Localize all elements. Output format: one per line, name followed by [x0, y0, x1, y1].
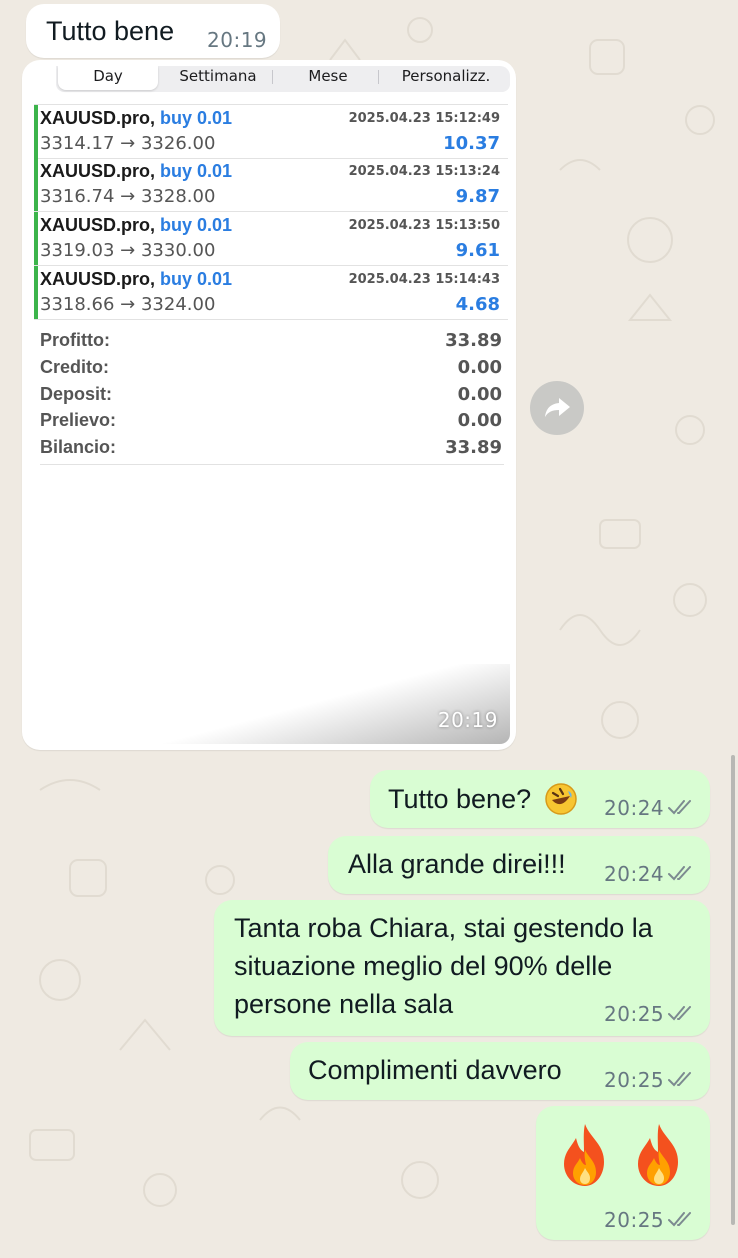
message-text-line: persone nella sala: [234, 989, 454, 1019]
summary-label: Deposit:: [40, 384, 112, 404]
outgoing-message-bubble[interactable]: Tutto bene? 20:24: [370, 770, 710, 828]
tab-settimana[interactable]: Settimana: [168, 66, 268, 90]
summary-row: Credito: 0.00: [40, 357, 502, 383]
trading-screenshot[interactable]: Day Settimana Mese Personalizz. XAUUSD.p…: [28, 66, 510, 744]
trade-datetime: 2025.04.23 15:14:43: [348, 272, 500, 287]
message-text: Tutto bene: [46, 16, 175, 46]
summary-value: 0.00: [457, 410, 502, 431]
fire-icon: [564, 1124, 604, 1186]
trade-prices: 3316.74 → 3328.00: [40, 186, 216, 207]
summary-value: 0.00: [457, 357, 502, 378]
message-time: 20:25: [604, 1068, 665, 1092]
image-time-shade: [28, 664, 510, 744]
message-text-line: situazione meglio del 90% delle: [234, 951, 613, 981]
tab-personalizz[interactable]: Personalizz.: [386, 66, 506, 90]
outgoing-message-bubble[interactable]: Alla grande direi!!! 20:24: [328, 836, 710, 894]
tab-mese[interactable]: Mese: [278, 66, 378, 90]
trade-status-bar: [34, 212, 38, 265]
trade-row[interactable]: XAUUSD.pro, buy 0.01 3318.66 → 3324.00 2…: [34, 266, 508, 320]
fire-icon: [638, 1124, 678, 1186]
summary-value: 33.89: [445, 330, 502, 351]
trade-prices: 3318.66 → 3324.00: [40, 294, 216, 315]
double-check-icon: [668, 1072, 691, 1087]
message-time: 20:25: [604, 1002, 665, 1026]
trade-profit: 10.37: [443, 133, 500, 154]
trade-symbol: XAUUSD.pro, buy 0.01: [40, 215, 233, 235]
incoming-message-bubble[interactable]: Tutto bene 20:19: [26, 4, 280, 58]
trade-symbol: XAUUSD.pro, buy 0.01: [40, 269, 233, 289]
message-text: Complimenti davvero: [308, 1055, 562, 1085]
image-time: 20:19: [437, 708, 498, 732]
forward-button[interactable]: [530, 381, 584, 435]
trade-datetime: 2025.04.23 15:12:49: [348, 111, 500, 126]
trade-row[interactable]: XAUUSD.pro, buy 0.01 3314.17 → 3326.00 2…: [34, 104, 508, 159]
trade-side: buy 0.01: [160, 269, 233, 289]
message-text: Tutto bene?: [388, 784, 532, 814]
message-time: 20:25: [604, 1208, 665, 1232]
trade-row[interactable]: XAUUSD.pro, buy 0.01 3319.03 → 3330.00 2…: [34, 212, 508, 266]
summary-divider: [40, 464, 504, 465]
outgoing-message-bubble[interactable]: Tanta roba Chiara, stai gestendo la situ…: [214, 900, 710, 1036]
segment-divider: [378, 70, 379, 84]
summary-label: Prelievo:: [40, 410, 117, 430]
message-time: 20:24: [604, 796, 665, 820]
trade-profit: 4.68: [455, 294, 500, 315]
trade-status-bar: [34, 158, 38, 211]
trade-profit: 9.87: [455, 186, 500, 207]
summary-row: Deposit: 0.00: [40, 384, 502, 410]
trade-side: buy 0.01: [160, 161, 233, 181]
summary-label: Credito:: [40, 357, 109, 377]
trade-symbol: XAUUSD.pro, buy 0.01: [40, 108, 233, 128]
double-check-icon: [668, 1006, 691, 1021]
period-segmented-control: Day Settimana Mese Personalizz.: [56, 66, 510, 92]
trade-status-bar: [34, 266, 38, 319]
double-check-icon: [668, 1212, 691, 1227]
trade-side: buy 0.01: [160, 108, 233, 128]
trade-prices: 3314.17 → 3326.00: [40, 133, 216, 154]
message-text: Alla grande direi!!!: [348, 849, 566, 879]
outgoing-message-bubble[interactable]: Complimenti davvero 20:25: [290, 1042, 710, 1100]
outgoing-emoji-bubble[interactable]: 20:25: [536, 1106, 710, 1240]
trade-symbol: XAUUSD.pro, buy 0.01: [40, 161, 233, 181]
segment-divider: [272, 70, 273, 84]
summary-value: 0.00: [457, 384, 502, 405]
summary-label: Profitto:: [40, 330, 110, 350]
double-check-icon: [668, 800, 691, 815]
summary-row: Profitto: 33.89: [40, 330, 502, 356]
trade-status-bar: [34, 105, 38, 158]
trade-datetime: 2025.04.23 15:13:24: [348, 164, 500, 179]
trade-datetime: 2025.04.23 15:13:50: [348, 218, 500, 233]
summary-row: Bilancio: 33.89: [40, 437, 502, 463]
scrollbar[interactable]: [731, 755, 735, 1225]
double-check-icon: [668, 866, 691, 881]
trade-row[interactable]: XAUUSD.pro, buy 0.01 3316.74 → 3328.00 2…: [34, 158, 508, 212]
rolling-on-floor-laughing-icon: [544, 782, 578, 823]
summary-label: Bilancio:: [40, 437, 117, 457]
tab-day[interactable]: Day: [58, 66, 158, 90]
trade-side: buy 0.01: [160, 215, 233, 235]
message-time: 20:24: [604, 862, 665, 886]
forward-icon: [545, 398, 570, 417]
summary-row: Prelievo: 0.00: [40, 410, 502, 436]
message-time: 20:19: [207, 28, 268, 52]
trade-profit: 9.61: [455, 240, 500, 261]
message-text-line: Tanta roba Chiara, stai gestendo la: [234, 913, 653, 943]
trade-prices: 3319.03 → 3330.00: [40, 240, 216, 261]
summary-value: 33.89: [445, 437, 502, 458]
